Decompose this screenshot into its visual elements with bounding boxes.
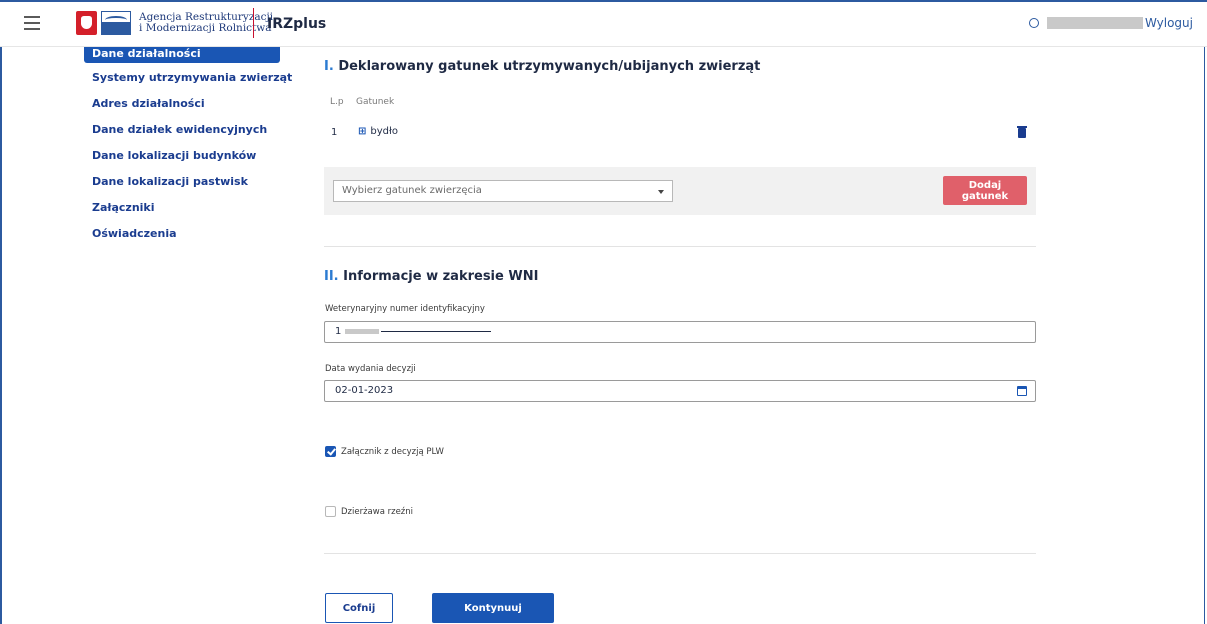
arimr-logo-icon (101, 11, 131, 35)
logout-link[interactable]: Wyloguj (1145, 16, 1193, 30)
hamburger-menu-icon[interactable] (24, 16, 40, 30)
section2-title: II. Informacje w zakresie WNI (324, 269, 538, 284)
top-bar: Agencja Restrukturyzacji i Modernizacji … (0, 0, 1207, 47)
sidebar-item-oswiadczenia[interactable]: Oświadczenia (84, 221, 280, 247)
cow-icon: ⊞ (358, 126, 367, 137)
wni-label: Weterynaryjny numer identyfikacyjny (325, 304, 485, 314)
add-species-button[interactable]: Dodaj gatunek (943, 176, 1027, 205)
row-lp: 1 (331, 127, 338, 138)
species-cell: ⊞ bydło (358, 126, 398, 137)
sidebar-item-dane-dzialalnosci[interactable]: Dane działalności (84, 47, 280, 63)
col-header-species: Gatunek (356, 97, 395, 107)
section2-title-text: Informacje w zakresie WNI (343, 269, 539, 284)
wni-redacted (345, 328, 380, 334)
section1-number: I. (324, 59, 334, 74)
eagle-emblem-icon (76, 11, 97, 35)
checkbox-plw-label: Załącznik z decyzją PLW (341, 447, 444, 457)
continue-button[interactable]: Kontynuuj (432, 593, 554, 623)
date-label: Data wydania decyzji (325, 364, 416, 374)
calendar-icon[interactable] (1017, 386, 1027, 396)
date-input[interactable]: 02-01-2023 (324, 380, 1036, 402)
chevron-down-icon (658, 190, 664, 194)
section1-title-text: Deklarowany gatunek utrzymywanych/ubijan… (338, 59, 761, 74)
user-name-redacted (1047, 17, 1143, 29)
date-value: 02-01-2023 (335, 385, 394, 396)
sidebar-item-dane-dzialek[interactable]: Dane działek ewidencyjnych (84, 117, 280, 143)
checkbox-slaughterhouse-label: Dzierżawa rzeźni (341, 507, 414, 517)
wni-input[interactable]: 1 (324, 321, 1036, 343)
trash-icon[interactable] (1017, 126, 1027, 138)
section2-number: II. (324, 269, 339, 284)
species-select-placeholder: Wybierz gatunek zwierzęcia (342, 185, 482, 196)
arimr-logo[interactable]: Agencja Restrukturyzacji i Modernizacji … (76, 8, 273, 38)
wni-underline (381, 330, 492, 332)
header-separator (253, 8, 254, 38)
sidebar-item-dane-budynkow[interactable]: Dane lokalizacji budynków (84, 143, 280, 169)
section1-title: I. Deklarowany gatunek utrzymywanych/ubi… (324, 59, 760, 74)
checkbox-slaughterhouse-lease[interactable] (325, 506, 336, 517)
species-select[interactable]: Wybierz gatunek zwierzęcia (333, 180, 673, 202)
species-add-panel: Wybierz gatunek zwierzęcia Dodaj gatunek (324, 167, 1036, 215)
user-area: Wyloguj (1029, 16, 1193, 30)
sidebar-item-adres-dzialalnosci[interactable]: Adres działalności (84, 91, 280, 117)
actions-divider (324, 553, 1036, 554)
sidebar-item-dane-pastwisk[interactable]: Dane lokalizacji pastwisk (84, 169, 280, 195)
checkbox-plw-attachment[interactable] (325, 446, 336, 457)
section-divider (324, 246, 1036, 247)
back-button[interactable]: Cofnij (325, 593, 393, 623)
user-circle-icon (1029, 18, 1039, 28)
sidebar-item-zalaczniki[interactable]: Załączniki (84, 195, 280, 221)
species-name: bydło (370, 126, 398, 137)
sidebar-nav: Dane działalności Systemy utrzymywania z… (84, 47, 292, 247)
col-header-lp: L.p (330, 97, 344, 107)
app-name: IRZplus (267, 16, 327, 32)
wni-value: 1 (335, 326, 342, 337)
sidebar-item-systemy-utrzymywania[interactable]: Systemy utrzymywania zwierząt (84, 65, 292, 91)
